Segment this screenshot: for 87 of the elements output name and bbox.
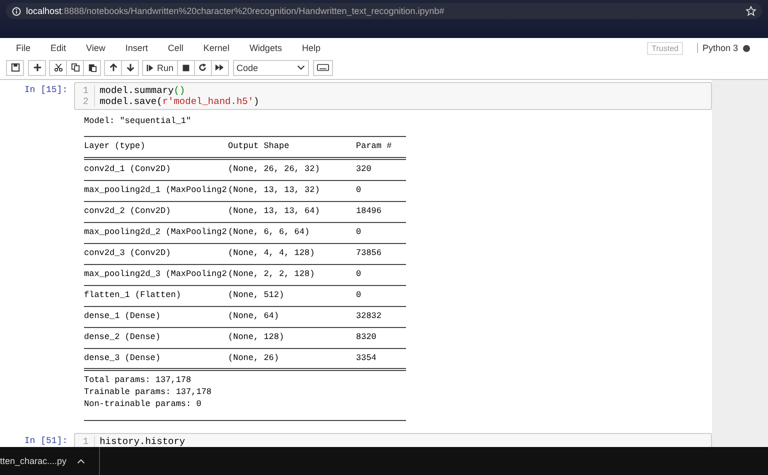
keyboard-icon: [316, 64, 329, 71]
code-line: history.history: [100, 436, 186, 447]
url-text: localhost:8888/notebooks/Handwritten%20character%20recognition/Handwritten_text_recognition.ipynb#: [26, 6, 446, 16]
menu-item[interactable]: Insert: [125, 43, 148, 53]
code-line: model.summary(): [100, 85, 186, 96]
table-cell-text: conv2d_1 (Conv2D): [84, 163, 172, 175]
table-cell-text: 73856: [356, 247, 383, 259]
table-cell-text: (None, 128): [228, 331, 286, 343]
table-cell-text: 32832: [356, 310, 383, 322]
fast-forward-button[interactable]: [210, 60, 229, 76]
restart-button[interactable]: [194, 60, 212, 76]
menu-item[interactable]: Cell: [168, 43, 184, 53]
cell-type-dropdown[interactable]: Code: [232, 60, 309, 76]
code-line: model.save(r'model_hand.h5'): [100, 96, 260, 107]
code-input[interactable]: 1 model.summary() 2 model.save(r'model_hand.h5'): [74, 82, 712, 110]
menu-item[interactable]: File: [16, 43, 31, 53]
play-icon: [146, 64, 154, 72]
restart-icon: [198, 63, 208, 72]
table-cell-text: conv2d_3 (Conv2D): [84, 247, 172, 259]
table-cell-text: dense_2 (Dense): [84, 331, 162, 343]
move-down-button[interactable]: [121, 60, 139, 76]
input-prompt: In [15]:: [23, 84, 69, 95]
table-cell-text: (None, 512): [228, 289, 286, 301]
table-cell-text: 18496: [356, 205, 383, 217]
add-cell-button[interactable]: [28, 60, 46, 76]
output-text: Total params: 137,178: [84, 374, 192, 386]
output-text: Trainable params: 137,178: [84, 386, 213, 398]
table-cell-text: flatten_1 (Flatten): [84, 289, 182, 301]
table-cell-text: 0: [356, 268, 362, 280]
run-button[interactable]: Run: [142, 60, 178, 76]
code-input[interactable]: 1 history.history: [74, 433, 712, 447]
table-cell-text: (None, 6, 6, 64): [228, 226, 311, 238]
chevron-up-icon: [76, 458, 85, 464]
line-number: 2: [74, 96, 95, 107]
column-header: Param #: [356, 140, 393, 152]
column-header: Output Shape: [228, 140, 290, 152]
menu-item[interactable]: Edit: [50, 43, 66, 53]
table-cell-text: 0: [356, 184, 362, 196]
output-text: Non-trainable params: 0: [84, 398, 202, 410]
table-cell-text: 0: [356, 289, 362, 301]
arrow-up-icon: [108, 63, 118, 72]
copy-button[interactable]: [66, 60, 84, 76]
cut-button[interactable]: [49, 60, 67, 76]
move-up-button[interactable]: [104, 60, 122, 76]
table-cell-text: dense_3 (Dense): [84, 352, 162, 364]
table-cell: max_pooling2d_1 (MaxPooling2: [84, 184, 228, 196]
table-cell-text: 8320: [356, 331, 378, 343]
table-cell-text: 320: [356, 163, 372, 175]
table-cell-text: (None, 26, 26, 32): [228, 163, 321, 175]
stop-button[interactable]: [176, 60, 195, 76]
table-cell-text: dense_1 (Dense): [84, 310, 162, 322]
table-cell: max_pooling2d_2 (MaxPooling2: [84, 226, 228, 238]
menu-item[interactable]: Help: [302, 43, 320, 53]
download-item[interactable]: tten_charac....py: [0, 447, 100, 475]
stop-icon: [182, 64, 190, 72]
table-cell-text: (None, 2, 2, 128): [228, 268, 316, 280]
menu-item[interactable]: View: [86, 43, 106, 53]
fast-forward-icon: [215, 63, 224, 72]
menu-item[interactable]: Kernel: [203, 43, 230, 53]
star-icon[interactable]: [746, 6, 756, 16]
info-icon[interactable]: [12, 6, 21, 16]
table-cell: max_pooling2d_3 (MaxPooling2: [84, 268, 228, 280]
input-prompt: In [51]:: [23, 435, 69, 446]
table-cell-text: conv2d_2 (Conv2D): [84, 205, 172, 217]
table-cell-text: 3354: [356, 352, 378, 364]
table-cell-text: (None, 64): [228, 310, 280, 322]
caret-icon: [296, 65, 305, 70]
save-button[interactable]: [6, 60, 24, 76]
paste-button[interactable]: [83, 60, 101, 76]
table-cell-text: (None, 26): [228, 352, 280, 364]
menu-item[interactable]: Widgets: [249, 43, 282, 53]
table-cell-text: (None, 13, 13, 64): [228, 205, 321, 217]
save-icon: [10, 63, 20, 72]
line-number: 1: [74, 85, 95, 96]
column-header: Layer (type): [84, 140, 146, 152]
scissors-icon: [54, 63, 62, 72]
kernel-name: Python 3: [697, 43, 738, 53]
table-cell-text: (None, 13, 13, 32): [228, 184, 321, 196]
table-cell-text: 0: [356, 226, 362, 238]
table-cell-text: (None, 4, 4, 128): [228, 247, 316, 259]
keyboard-button[interactable]: [312, 60, 333, 76]
plus-icon: [32, 63, 42, 72]
copy-icon: [70, 63, 80, 72]
address-bar[interactable]: localhost:8888/notebooks/Handwritten%20character%20recognition/Handwritten_text_recognition.ipynb#: [6, 3, 762, 19]
arrow-down-icon: [126, 63, 134, 72]
paste-icon: [88, 63, 96, 72]
output-text: Model: "sequential_1": [84, 115, 192, 127]
